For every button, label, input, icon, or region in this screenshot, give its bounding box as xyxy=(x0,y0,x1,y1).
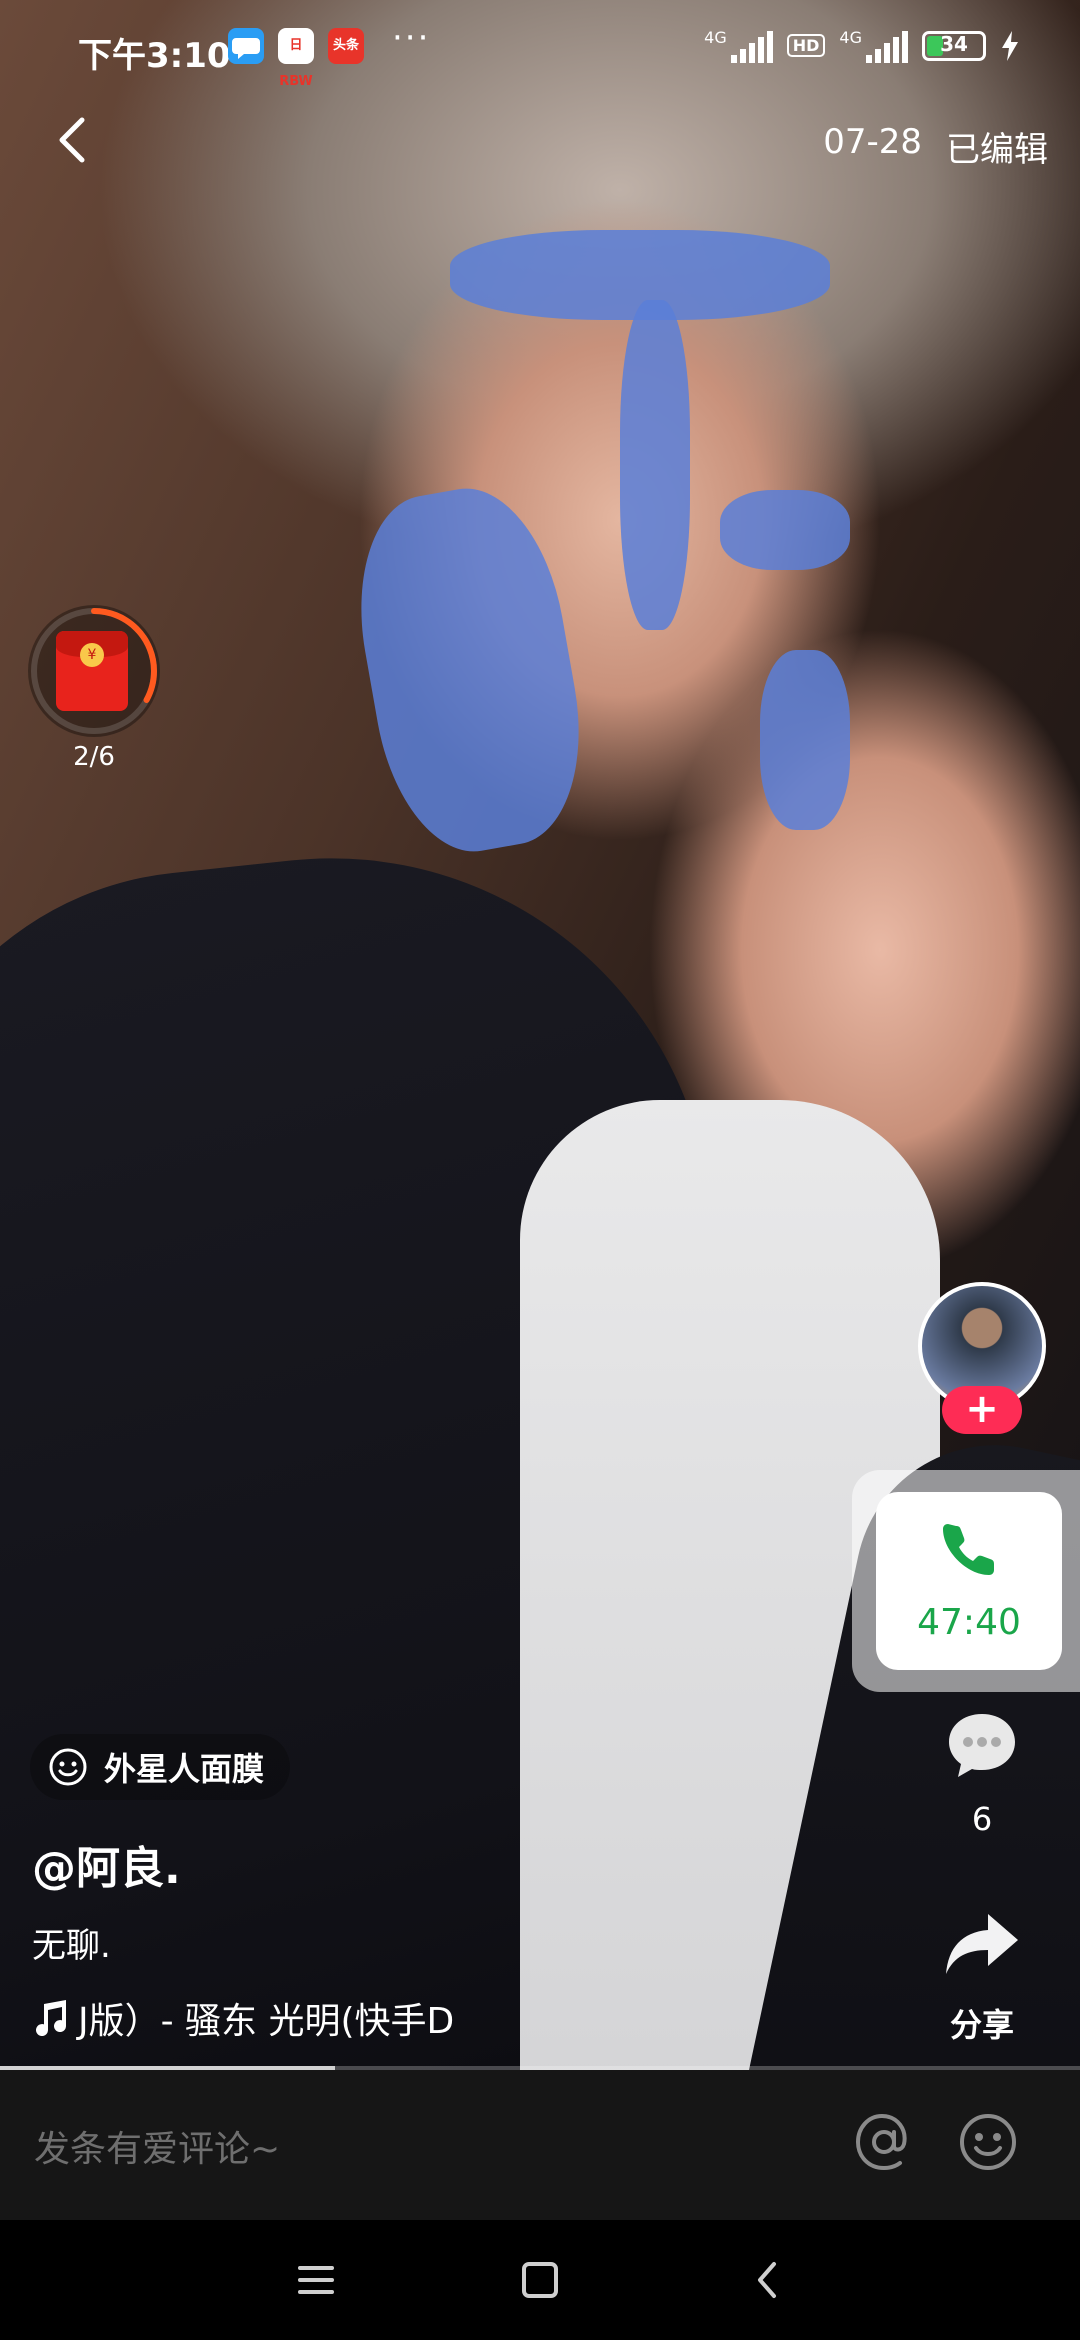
post-meta: 07-28 已编辑 xyxy=(823,122,1048,171)
emoji-icon[interactable] xyxy=(956,2110,1020,2174)
comment-bar: 发条有爱评论~ xyxy=(0,2070,1080,2220)
face-paint-effect xyxy=(720,490,850,570)
hd-badge: HD xyxy=(786,34,826,57)
comment-icon[interactable] xyxy=(944,1708,1020,1784)
smiley-effect-icon xyxy=(49,1748,87,1786)
share-icon[interactable] xyxy=(942,1910,1022,1978)
system-navigation-bar xyxy=(0,2220,1080,2340)
face-paint-effect xyxy=(620,300,690,630)
more-notifications-icon: ··· xyxy=(392,18,431,58)
toutiao-icon: 头条 xyxy=(328,28,364,64)
comment-input[interactable]: 发条有爱评论~ xyxy=(34,2120,280,2172)
face-paint-effect xyxy=(340,475,600,865)
phone-icon xyxy=(943,1524,994,1575)
call-card-inner: 47:40 xyxy=(876,1492,1062,1670)
red-packet-progress-text: 2/6 xyxy=(73,742,115,772)
network-type-1: 4G xyxy=(704,28,727,47)
post-date: 07-28 xyxy=(823,122,922,162)
share-label[interactable]: 分享 xyxy=(920,2000,1044,2046)
network-type-2: 4G xyxy=(839,28,862,47)
news-app-icon: 日RBW xyxy=(278,28,314,89)
music-title: J版）- 骚东 光明(快手D xyxy=(78,2001,455,2042)
at-mention-icon[interactable] xyxy=(852,2110,916,2174)
music-marquee[interactable]: J版）- 骚东 光明(快手D xyxy=(28,1992,588,2044)
chevron-left-icon xyxy=(59,117,85,163)
author-username[interactable]: @阿良. xyxy=(32,1832,181,1896)
status-indicators: 4G HD 4G 34 xyxy=(704,28,1020,63)
red-envelope-icon: ¥ xyxy=(56,631,128,711)
comment-count: 6 xyxy=(971,1800,993,1838)
red-packet-widget[interactable]: ¥ xyxy=(28,605,160,737)
signal-1-icon: 4G xyxy=(704,28,773,63)
battery-level-text: 34 xyxy=(940,31,968,56)
status-bar: 下午3:10 日RBW 头条 ··· 4G HD 4G 34 xyxy=(0,0,1080,100)
edited-label: 已编辑 xyxy=(946,130,1048,170)
home-icon[interactable] xyxy=(514,2254,566,2306)
menu-icon[interactable] xyxy=(290,2254,342,2306)
back-nav-icon[interactable] xyxy=(742,2254,794,2306)
effect-tag[interactable]: 外星人面膜 xyxy=(30,1734,291,1800)
signal-2-icon: 4G xyxy=(839,28,908,63)
music-note-icon xyxy=(36,2000,67,2037)
chat-app-icon xyxy=(228,28,264,64)
effect-name: 外星人面膜 xyxy=(104,1750,265,1788)
call-duration: 47:40 xyxy=(917,1602,1021,1643)
video-caption: 无聊. xyxy=(32,1926,111,1966)
back-button[interactable] xyxy=(44,110,104,170)
battery-icon: 34 xyxy=(922,30,986,61)
face-paint-effect xyxy=(760,650,850,830)
follow-button[interactable]: + xyxy=(942,1386,1022,1434)
status-time: 下午3:10 xyxy=(78,36,231,76)
call-floating-card[interactable]: 47:40 xyxy=(852,1470,1080,1692)
lightning-icon xyxy=(1002,30,1018,61)
